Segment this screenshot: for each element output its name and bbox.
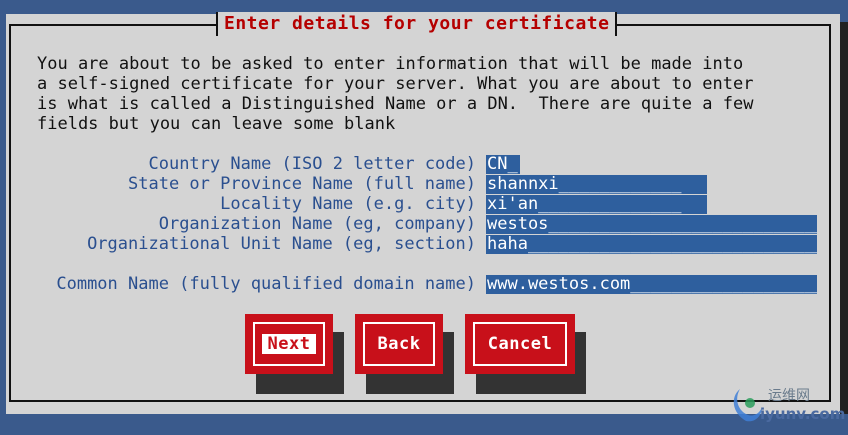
state-row: State or Province Name (full name) shann… bbox=[0, 174, 848, 194]
cancel-button-label: Cancel bbox=[487, 334, 553, 354]
next-button[interactable]: Next bbox=[245, 314, 333, 374]
locality-row: Locality Name (e.g. city) xi'an_________… bbox=[0, 194, 848, 214]
organization-row: Organization Name (eg, company) westos__… bbox=[0, 214, 848, 234]
org-unit-field[interactable]: haha_____________________________ bbox=[486, 235, 817, 254]
dialog-title: Enter details for your certificate bbox=[224, 13, 610, 34]
back-button[interactable]: Back bbox=[355, 314, 443, 374]
cancel-button[interactable]: Cancel bbox=[465, 314, 575, 374]
locality-field[interactable]: xi'an______________ bbox=[486, 195, 707, 214]
org-unit-row: Organizational Unit Name (eg, section) h… bbox=[0, 234, 848, 254]
next-button-label: Next bbox=[261, 334, 317, 354]
org-unit-label: Organizational Unit Name (eg, section) bbox=[87, 234, 476, 254]
organization-label: Organization Name (eg, company) bbox=[158, 214, 476, 234]
country-field[interactable]: CN_ bbox=[486, 155, 520, 174]
common-name-label: Common Name (fully qualified domain name… bbox=[56, 274, 476, 294]
country-row: Country Name (ISO 2 letter code) CN_ bbox=[0, 154, 848, 174]
country-label: Country Name (ISO 2 letter code) bbox=[148, 154, 476, 174]
state-field[interactable]: shannxi____________ bbox=[486, 175, 707, 194]
watermark-text-url: iyunv.com bbox=[760, 405, 846, 423]
back-button-label: Back bbox=[377, 334, 421, 354]
dialog-intro-text: You are about to be asked to enter infor… bbox=[37, 54, 754, 134]
organization-field[interactable]: westos___________________________ bbox=[486, 215, 817, 234]
common-name-row: Common Name (fully qualified domain name… bbox=[0, 274, 848, 294]
common-name-field[interactable]: www.westos.com___________________ bbox=[486, 275, 817, 294]
desktop-bottom-bar bbox=[0, 414, 848, 435]
dialog-title-box: Enter details for your certificate bbox=[216, 12, 618, 36]
locality-label: Locality Name (e.g. city) bbox=[220, 194, 476, 214]
watermark-text-cn: 运维网 bbox=[768, 388, 810, 404]
site-watermark: 运维网 iyunv.com bbox=[726, 383, 845, 429]
state-label: State or Province Name (full name) bbox=[128, 174, 476, 194]
